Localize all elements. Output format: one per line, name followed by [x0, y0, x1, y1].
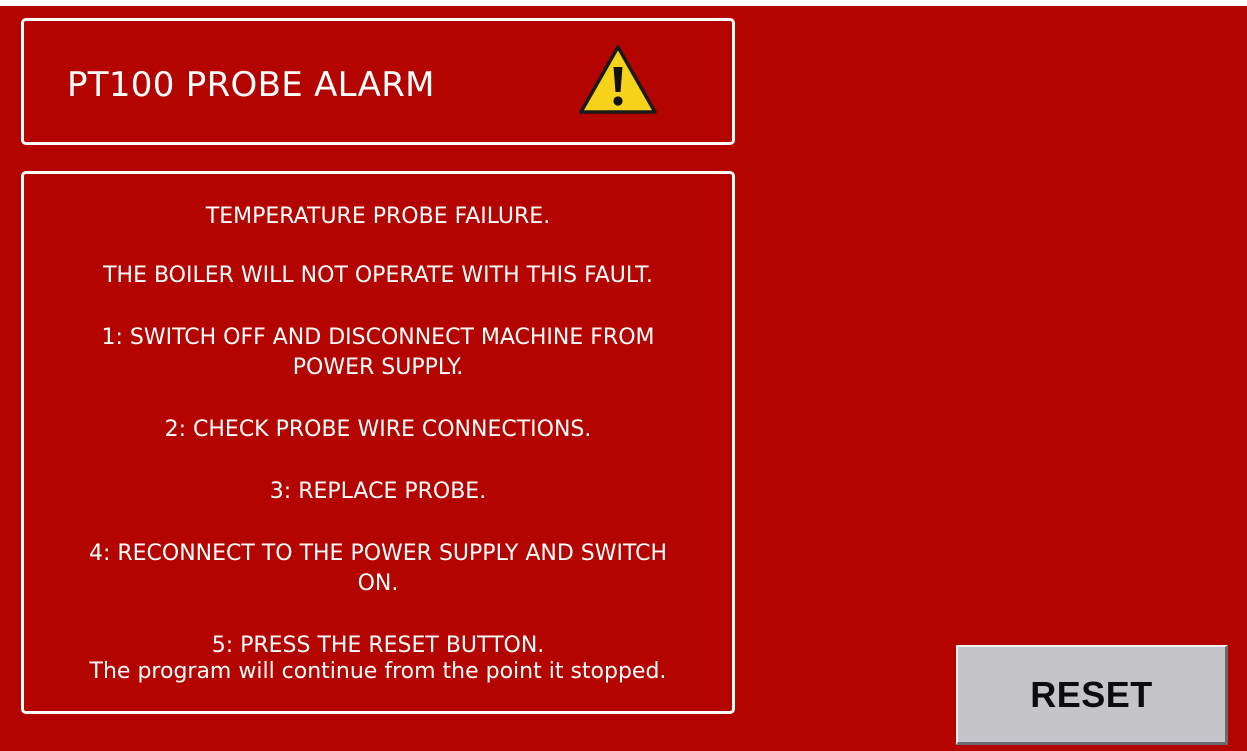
- alarm-message-panel: TEMPERATURE PROBE FAILURE. THE BOILER WI…: [21, 171, 735, 714]
- step-1-line-1: 1: SWITCH OFF AND DISCONNECT MACHINE FRO…: [101, 325, 655, 350]
- fault-description: TEMPERATURE PROBE FAILURE.: [205, 204, 551, 229]
- alarm-title: PT100 PROBE ALARM: [67, 65, 435, 105]
- resume-note: The program will continue from the point…: [89, 659, 667, 684]
- step-1-line-2: POWER SUPPLY.: [292, 355, 464, 380]
- step-3: 3: REPLACE PROBE.: [269, 479, 487, 504]
- step-4-line-1: 4: RECONNECT TO THE POWER SUPPLY AND SWI…: [88, 541, 668, 566]
- warning-icon: [579, 45, 657, 114]
- step-2: 2: CHECK PROBE WIRE CONNECTIONS.: [164, 417, 592, 442]
- reset-button-label: RESET: [1030, 673, 1153, 715]
- fault-consequence: THE BOILER WILL NOT OPERATE WITH THIS FA…: [103, 263, 653, 288]
- step-4-line-2: ON.: [357, 571, 399, 596]
- alarm-title-panel: PT100 PROBE ALARM: [21, 18, 735, 145]
- reset-button[interactable]: RESET: [956, 645, 1228, 745]
